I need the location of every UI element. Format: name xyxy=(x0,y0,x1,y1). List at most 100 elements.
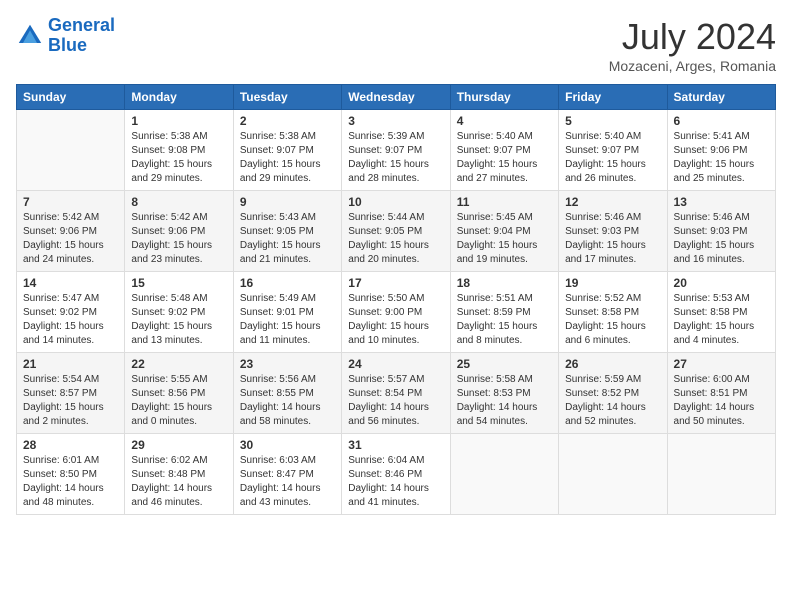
day-info: Sunrise: 5:45 AM Sunset: 9:04 PM Dayligh… xyxy=(457,211,552,267)
day-number: 7 xyxy=(23,195,118,209)
day-info: Sunrise: 5:42 AM Sunset: 9:06 PM Dayligh… xyxy=(23,211,118,267)
daylight-text: Daylight: 14 hours and 58 minutes. xyxy=(240,402,321,427)
sunset-text: Sunset: 8:58 PM xyxy=(565,307,639,318)
sunrise-text: Sunrise: 5:44 AM xyxy=(348,212,424,223)
day-number: 9 xyxy=(240,195,335,209)
sunset-text: Sunset: 8:51 PM xyxy=(674,388,748,399)
calendar-table: SundayMondayTuesdayWednesdayThursdayFrid… xyxy=(16,84,776,515)
calendar-week-row: 7 Sunrise: 5:42 AM Sunset: 9:06 PM Dayli… xyxy=(17,191,776,272)
day-number: 6 xyxy=(674,114,769,128)
day-number: 8 xyxy=(131,195,226,209)
calendar-cell: 12 Sunrise: 5:46 AM Sunset: 9:03 PM Dayl… xyxy=(559,191,667,272)
day-info: Sunrise: 5:46 AM Sunset: 9:03 PM Dayligh… xyxy=(674,211,769,267)
day-number: 26 xyxy=(565,357,660,371)
calendar-cell: 9 Sunrise: 5:43 AM Sunset: 9:05 PM Dayli… xyxy=(233,191,341,272)
day-number: 2 xyxy=(240,114,335,128)
day-number: 1 xyxy=(131,114,226,128)
sunrise-text: Sunrise: 5:46 AM xyxy=(565,212,641,223)
calendar-cell: 6 Sunrise: 5:41 AM Sunset: 9:06 PM Dayli… xyxy=(667,110,775,191)
calendar-cell: 1 Sunrise: 5:38 AM Sunset: 9:08 PM Dayli… xyxy=(125,110,233,191)
sunrise-text: Sunrise: 5:46 AM xyxy=(674,212,750,223)
sunset-text: Sunset: 9:07 PM xyxy=(240,145,314,156)
sunset-text: Sunset: 8:56 PM xyxy=(131,388,205,399)
day-info: Sunrise: 5:39 AM Sunset: 9:07 PM Dayligh… xyxy=(348,130,443,186)
calendar-cell xyxy=(450,434,558,515)
day-info: Sunrise: 5:46 AM Sunset: 9:03 PM Dayligh… xyxy=(565,211,660,267)
sunset-text: Sunset: 8:58 PM xyxy=(674,307,748,318)
sunrise-text: Sunrise: 6:02 AM xyxy=(131,455,207,466)
sunrise-text: Sunrise: 5:43 AM xyxy=(240,212,316,223)
day-number: 3 xyxy=(348,114,443,128)
day-number: 12 xyxy=(565,195,660,209)
calendar-week-row: 28 Sunrise: 6:01 AM Sunset: 8:50 PM Dayl… xyxy=(17,434,776,515)
daylight-text: Daylight: 15 hours and 21 minutes. xyxy=(240,240,321,265)
day-number: 15 xyxy=(131,276,226,290)
day-info: Sunrise: 5:40 AM Sunset: 9:07 PM Dayligh… xyxy=(457,130,552,186)
sunset-text: Sunset: 9:08 PM xyxy=(131,145,205,156)
sunset-text: Sunset: 9:06 PM xyxy=(23,226,97,237)
weekday-header: Wednesday xyxy=(342,85,450,110)
daylight-text: Daylight: 15 hours and 10 minutes. xyxy=(348,321,429,346)
calendar-cell: 18 Sunrise: 5:51 AM Sunset: 8:59 PM Dayl… xyxy=(450,272,558,353)
sunset-text: Sunset: 9:03 PM xyxy=(565,226,639,237)
daylight-text: Daylight: 15 hours and 14 minutes. xyxy=(23,321,104,346)
calendar-cell: 4 Sunrise: 5:40 AM Sunset: 9:07 PM Dayli… xyxy=(450,110,558,191)
sunrise-text: Sunrise: 5:50 AM xyxy=(348,293,424,304)
calendar-cell: 19 Sunrise: 5:52 AM Sunset: 8:58 PM Dayl… xyxy=(559,272,667,353)
logo-text: General Blue xyxy=(48,16,115,56)
calendar-cell: 29 Sunrise: 6:02 AM Sunset: 8:48 PM Dayl… xyxy=(125,434,233,515)
day-number: 19 xyxy=(565,276,660,290)
day-info: Sunrise: 6:03 AM Sunset: 8:47 PM Dayligh… xyxy=(240,454,335,510)
calendar-cell xyxy=(559,434,667,515)
calendar-cell: 31 Sunrise: 6:04 AM Sunset: 8:46 PM Dayl… xyxy=(342,434,450,515)
daylight-text: Daylight: 15 hours and 4 minutes. xyxy=(674,321,755,346)
calendar-cell: 23 Sunrise: 5:56 AM Sunset: 8:55 PM Dayl… xyxy=(233,353,341,434)
calendar-cell: 10 Sunrise: 5:44 AM Sunset: 9:05 PM Dayl… xyxy=(342,191,450,272)
day-info: Sunrise: 5:38 AM Sunset: 9:08 PM Dayligh… xyxy=(131,130,226,186)
sunset-text: Sunset: 8:46 PM xyxy=(348,469,422,480)
weekday-header: Tuesday xyxy=(233,85,341,110)
sunset-text: Sunset: 8:48 PM xyxy=(131,469,205,480)
day-number: 14 xyxy=(23,276,118,290)
sunset-text: Sunset: 8:47 PM xyxy=(240,469,314,480)
calendar-cell: 26 Sunrise: 5:59 AM Sunset: 8:52 PM Dayl… xyxy=(559,353,667,434)
sunset-text: Sunset: 8:50 PM xyxy=(23,469,97,480)
day-info: Sunrise: 5:41 AM Sunset: 9:06 PM Dayligh… xyxy=(674,130,769,186)
day-number: 18 xyxy=(457,276,552,290)
sunset-text: Sunset: 9:00 PM xyxy=(348,307,422,318)
sunrise-text: Sunrise: 6:03 AM xyxy=(240,455,316,466)
daylight-text: Daylight: 15 hours and 13 minutes. xyxy=(131,321,212,346)
day-info: Sunrise: 5:52 AM Sunset: 8:58 PM Dayligh… xyxy=(565,292,660,348)
day-info: Sunrise: 5:55 AM Sunset: 8:56 PM Dayligh… xyxy=(131,373,226,429)
sunrise-text: Sunrise: 5:41 AM xyxy=(674,131,750,142)
sunrise-text: Sunrise: 5:40 AM xyxy=(457,131,533,142)
day-number: 24 xyxy=(348,357,443,371)
calendar-cell: 20 Sunrise: 5:53 AM Sunset: 8:58 PM Dayl… xyxy=(667,272,775,353)
calendar-cell: 21 Sunrise: 5:54 AM Sunset: 8:57 PM Dayl… xyxy=(17,353,125,434)
day-info: Sunrise: 6:02 AM Sunset: 8:48 PM Dayligh… xyxy=(131,454,226,510)
calendar-cell: 3 Sunrise: 5:39 AM Sunset: 9:07 PM Dayli… xyxy=(342,110,450,191)
day-info: Sunrise: 5:42 AM Sunset: 9:06 PM Dayligh… xyxy=(131,211,226,267)
calendar-cell: 8 Sunrise: 5:42 AM Sunset: 9:06 PM Dayli… xyxy=(125,191,233,272)
day-info: Sunrise: 5:38 AM Sunset: 9:07 PM Dayligh… xyxy=(240,130,335,186)
sunrise-text: Sunrise: 5:38 AM xyxy=(240,131,316,142)
sunrise-text: Sunrise: 5:47 AM xyxy=(23,293,99,304)
sunrise-text: Sunrise: 5:49 AM xyxy=(240,293,316,304)
calendar-cell: 13 Sunrise: 5:46 AM Sunset: 9:03 PM Dayl… xyxy=(667,191,775,272)
daylight-text: Daylight: 15 hours and 8 minutes. xyxy=(457,321,538,346)
sunrise-text: Sunrise: 5:42 AM xyxy=(23,212,99,223)
sunrise-text: Sunrise: 5:40 AM xyxy=(565,131,641,142)
day-info: Sunrise: 5:59 AM Sunset: 8:52 PM Dayligh… xyxy=(565,373,660,429)
daylight-text: Daylight: 15 hours and 19 minutes. xyxy=(457,240,538,265)
day-number: 28 xyxy=(23,438,118,452)
calendar-cell: 16 Sunrise: 5:49 AM Sunset: 9:01 PM Dayl… xyxy=(233,272,341,353)
month-year: July 2024 xyxy=(609,16,776,58)
sunset-text: Sunset: 9:03 PM xyxy=(674,226,748,237)
logo-icon xyxy=(16,22,44,50)
daylight-text: Daylight: 15 hours and 29 minutes. xyxy=(131,159,212,184)
sunset-text: Sunset: 9:05 PM xyxy=(240,226,314,237)
daylight-text: Daylight: 14 hours and 46 minutes. xyxy=(131,483,212,508)
sunset-text: Sunset: 8:55 PM xyxy=(240,388,314,399)
day-number: 22 xyxy=(131,357,226,371)
day-info: Sunrise: 5:53 AM Sunset: 8:58 PM Dayligh… xyxy=(674,292,769,348)
